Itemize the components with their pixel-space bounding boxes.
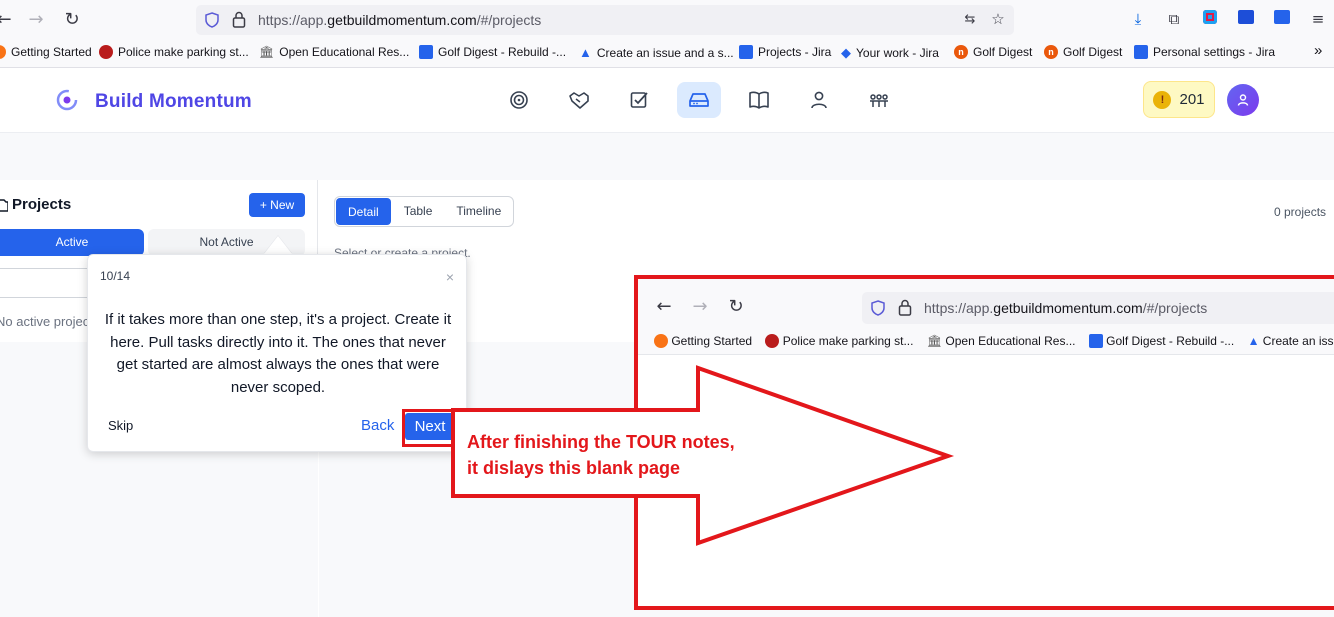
tour-pointer bbox=[264, 236, 292, 254]
forward-icon[interactable]: → bbox=[24, 8, 48, 32]
star-icon[interactable]: ☆ bbox=[988, 9, 1008, 29]
bookmark-item[interactable]: Projects - Jira bbox=[739, 45, 831, 59]
coin-balance[interactable]: ! 201 bbox=[1143, 81, 1215, 118]
inset-bookmark: Getting Started bbox=[671, 334, 753, 348]
download-icon[interactable]: ⤓ bbox=[1128, 9, 1148, 29]
inset-url-text: https://app.getbuildmomentum.com/#/proje… bbox=[924, 300, 1208, 316]
project-count: 0 projects bbox=[1274, 205, 1327, 219]
book-icon[interactable] bbox=[737, 82, 781, 118]
brand-name[interactable]: Build Momentum bbox=[95, 91, 252, 113]
menu-icon[interactable]: ≡ bbox=[1308, 9, 1328, 29]
bookmark-item[interactable]: Police make parking st... bbox=[99, 45, 249, 59]
screenshot-extension-icon[interactable] bbox=[1200, 9, 1220, 29]
coin-count: 201 bbox=[1179, 91, 1205, 108]
news-icon bbox=[765, 334, 780, 348]
reload-icon[interactable]: ↻ bbox=[60, 8, 84, 32]
divider bbox=[0, 297, 100, 298]
checkbox-icon[interactable] bbox=[617, 82, 661, 118]
team-icon[interactable] bbox=[857, 82, 901, 118]
page-backdrop bbox=[0, 133, 1334, 180]
tour-step-counter: 10/14 bbox=[100, 269, 131, 283]
bookmark-item[interactable]: ◆ Your work - Jira bbox=[841, 45, 939, 61]
forward-icon: → bbox=[692, 296, 708, 317]
bookmark-item[interactable]: ▲ Create an issue and a s... bbox=[579, 45, 734, 60]
build-momentum-logo[interactable] bbox=[55, 88, 79, 112]
avatar[interactable] bbox=[1227, 84, 1259, 116]
atlassian-icon: ▲ bbox=[579, 45, 592, 60]
translate-icon[interactable]: ⇆ bbox=[960, 10, 980, 30]
lock-icon bbox=[898, 299, 912, 316]
close-icon[interactable]: × bbox=[446, 269, 454, 285]
golf-digest-icon: n bbox=[954, 45, 968, 59]
tab-timeline[interactable]: Timeline bbox=[444, 197, 513, 226]
bookmarks-bar: Getting Started Police make parking st..… bbox=[0, 42, 1334, 64]
inset-bookmark: Golf Digest - Rebuild -... bbox=[1106, 334, 1235, 348]
tab-detail[interactable]: Detail bbox=[336, 198, 391, 225]
extensions-icon[interactable]: ⧉ bbox=[1164, 9, 1184, 29]
inset-browser-toolbar: ← → ↻ https://app.getbuildmomentum.com/#… bbox=[638, 279, 1334, 355]
bookmark-item[interactable]: n Golf Digest bbox=[954, 45, 1032, 59]
shield-icon bbox=[871, 300, 885, 316]
inset-bookmarks-bar: Getting Started Police make parking st..… bbox=[654, 334, 1334, 348]
lock-icon[interactable] bbox=[232, 11, 246, 28]
bookmark-item[interactable]: n Golf Digest bbox=[1044, 45, 1122, 59]
annotation-line-1: After finishing the TOUR notes, bbox=[467, 432, 735, 452]
reload-icon: ↻ bbox=[728, 296, 744, 317]
app-header: Build Momentum ! 201 bbox=[0, 68, 1334, 133]
tour-skip-button[interactable]: Skip bbox=[108, 418, 133, 433]
inset-bookmark: Police make parking st... bbox=[782, 334, 914, 348]
jira-icon bbox=[1134, 45, 1148, 59]
tour-back-button[interactable]: Back bbox=[361, 417, 394, 434]
annotation-line-2: it dislays this blank page bbox=[467, 458, 681, 478]
news-icon bbox=[99, 45, 113, 59]
inset-address-bar: https://app.getbuildmomentum.com/#/proje… bbox=[862, 292, 1334, 324]
view-switcher: Detail Table Timeline bbox=[334, 196, 515, 227]
translate-extension-icon[interactable] bbox=[1272, 9, 1292, 29]
coin-icon: ! bbox=[1153, 90, 1172, 109]
firefox-icon bbox=[0, 45, 6, 59]
inset-bookmark: Open Educational Res... bbox=[945, 334, 1076, 348]
bookmark-item[interactable]: Golf Digest - Rebuild -... bbox=[419, 45, 566, 59]
shield-icon[interactable] bbox=[204, 12, 220, 28]
bookmark-item[interactable]: Personal settings - Jira bbox=[1134, 45, 1275, 59]
sync-extension-icon[interactable] bbox=[1236, 9, 1256, 29]
next-button-highlight bbox=[402, 409, 456, 447]
bookmark-item[interactable]: 🏛 Open Educational Res... bbox=[259, 45, 409, 59]
jira-icon bbox=[1088, 334, 1103, 348]
empty-state-text: No active projects bbox=[0, 314, 100, 329]
tab-active[interactable]: Active bbox=[0, 229, 144, 256]
jira-icon bbox=[739, 45, 753, 59]
golf-digest-icon: n bbox=[1044, 45, 1058, 59]
projects-title: Projects bbox=[12, 196, 72, 213]
bookmarks-more-icon[interactable]: » bbox=[1314, 42, 1322, 59]
back-icon: ← bbox=[656, 296, 672, 317]
firefox-icon bbox=[654, 334, 668, 348]
address-bar[interactable]: https://app.getbuildmomentum.com/#/proje… bbox=[196, 5, 1014, 35]
user-icon bbox=[1237, 94, 1249, 106]
tour-message: If it takes more than one step, it's a p… bbox=[104, 311, 452, 396]
institution-icon: 🏛 bbox=[259, 45, 275, 59]
new-project-button[interactable]: + New bbox=[249, 193, 305, 217]
jira-diamond-icon: ◆ bbox=[841, 45, 851, 60]
handshake-icon[interactable] bbox=[557, 82, 601, 118]
browser-toolbar: ← → ↻ https://app.getbuildmomentum.com/#… bbox=[0, 0, 1334, 68]
divider bbox=[0, 268, 100, 269]
institution-icon: 🏛 bbox=[926, 334, 943, 348]
atlassian-icon: ▲ bbox=[1247, 334, 1260, 348]
url-text: https://app.getbuildmomentum.com/#/proje… bbox=[258, 12, 542, 28]
target-icon[interactable] bbox=[497, 82, 541, 118]
person-icon[interactable] bbox=[797, 82, 841, 118]
inset-bookmark: Create an issu bbox=[1262, 334, 1334, 348]
tab-table[interactable]: Table bbox=[392, 197, 445, 226]
projects-tray-icon[interactable] bbox=[677, 82, 721, 118]
folder-icon bbox=[0, 199, 8, 212]
back-icon[interactable]: ← bbox=[0, 8, 16, 32]
annotation-text: After finishing the TOUR notes, it disla… bbox=[467, 429, 735, 481]
jira-icon bbox=[419, 45, 433, 59]
bookmark-item[interactable]: Getting Started bbox=[0, 45, 92, 59]
